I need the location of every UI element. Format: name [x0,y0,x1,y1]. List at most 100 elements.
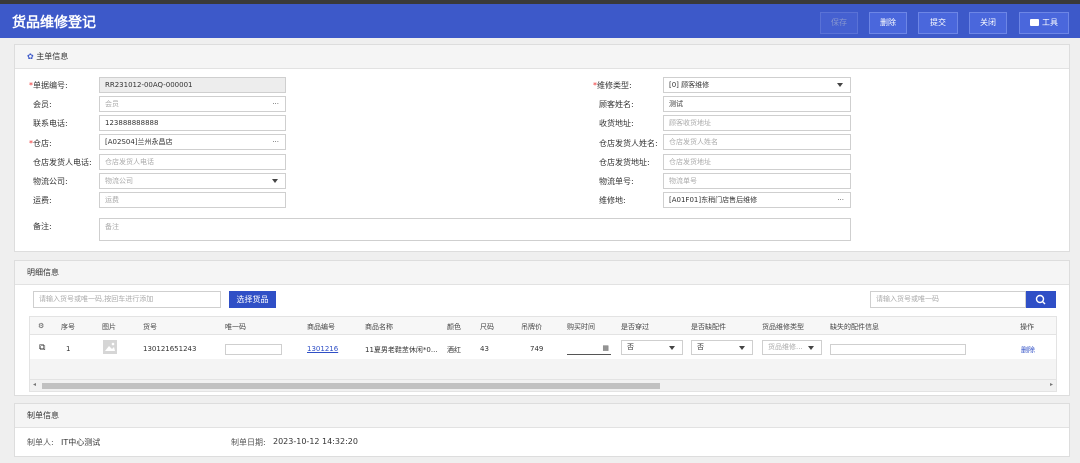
make-info-header: 制单信息 [15,404,1069,428]
wh-address-label: 仓店发货地址: [599,158,650,167]
col-color: 颜色 [447,323,461,331]
gear-icon: ✿ [27,52,34,61]
more-icon[interactable]: ··· [272,135,279,149]
customer-name-label: 顾客姓名: [599,100,634,109]
col-seq: 序号 [61,323,75,331]
remark-field[interactable]: 备注 [99,218,851,241]
wh-sender-label: 仓店发货人姓名: [599,139,658,148]
chevron-down-icon [739,346,745,350]
row-delete-link[interactable]: 删除 [1021,345,1035,355]
col-sku: 货号 [143,323,157,331]
maker-value: IT中心测试 [61,438,101,447]
wh-sender-field[interactable]: 仓店发货人姓名 [663,134,851,150]
cell-missing-select[interactable]: 否 [691,340,753,355]
make-info-card: 制单信息 制单人: IT中心测试 制单日期: 2023-10-12 14:32:… [14,403,1070,457]
detail-header: 明细信息 [15,261,1069,285]
cell-code-link[interactable]: 1301216 [307,345,338,353]
address-field[interactable]: 顾客收货地址 [663,115,851,131]
delete-button[interactable]: 删除 [869,12,907,34]
page-title: 货品维修登记 [12,15,96,31]
freight-field[interactable]: 运费 [99,192,286,208]
col-size: 尺码 [480,323,494,331]
date-label: 制单日期: [231,438,266,447]
logistics-label: 物流公司: [33,177,68,186]
col-action: 操作 [1020,323,1034,331]
main-info-card: ✿ 主单信息 *单据编号: RR231012-00AQ-000001 会员: 会… [14,44,1070,252]
copy-icon[interactable]: ⧉ [39,343,45,353]
cell-name: 11夏男老鞋苤休闲*0... [365,346,438,354]
phone-label: 联系电话: [33,119,68,128]
wh-phone-label: 仓店发货人电话: [33,158,92,167]
search-button[interactable] [1026,291,1056,308]
page-header: 货品维修登记 保存 删除 提交 关闭 工具 [0,4,1080,38]
scroll-left-icon[interactable]: ◂ [33,381,36,388]
main-info-title: 主单信息 [36,52,69,61]
warehouse-field[interactable]: [A02S04]兰州永昌店 ··· [99,134,286,150]
cell-worn-select[interactable]: 否 [621,340,683,355]
settings-gear-icon[interactable]: ⚙ [38,322,44,330]
save-button[interactable]: 保存 [820,12,858,34]
cell-seq: 1 [66,345,71,353]
scroll-right-icon[interactable]: ▸ [1050,381,1053,388]
chevron-down-icon [272,179,278,183]
col-name: 商品名称 [365,323,393,331]
briefcase-icon [1030,19,1039,26]
cell-sku: 130121651243 [143,345,197,353]
col-missing-info: 缺失的配件信息 [830,323,879,331]
more-icon[interactable]: ··· [272,97,279,111]
doc-no-field: RR231012-00AQ-000001 [99,77,286,93]
customer-name-field[interactable]: 测试 [663,96,851,112]
cell-price: 749 [530,345,544,353]
cell-repair-type-select[interactable]: 货品维修... [762,340,822,355]
col-unique: 唯一码 [225,323,246,331]
chevron-down-icon [837,83,843,87]
wh-address-field[interactable]: 仓店发货地址 [663,154,851,170]
search-icon [1035,294,1046,305]
col-image: 图片 [102,323,116,331]
main-info-header: ✿ 主单信息 [15,45,1069,69]
tracking-label: 物流单号: [599,177,634,186]
submit-button[interactable]: 提交 [918,12,958,34]
image-placeholder-icon [103,340,117,354]
repair-type-select[interactable]: [0] 顾客维修 [663,77,851,93]
close-button[interactable]: 关闭 [969,12,1007,34]
col-code: 商品编号 [307,323,335,331]
tracking-field[interactable]: 物流单号 [663,173,851,189]
wh-phone-field[interactable]: 仓店发货人电话 [99,154,286,170]
member-field[interactable]: 会员 ··· [99,96,286,112]
col-repair-type: 货品维修类型 [762,323,804,331]
chevron-down-icon [808,346,814,350]
cell-purchase-date[interactable]: ▦ [567,343,611,355]
date-value: 2023-10-12 14:32:20 [273,437,358,446]
phone-field[interactable]: 123888888888 [99,115,286,131]
detail-table: ⚙ 序号 图片 货号 唯一码 商品编号 商品名称 颜色 尺码 吊牌价 购买时间 … [29,316,1057,392]
freight-label: 运费: [33,196,52,205]
search-input[interactable]: 请输入货号或唯一码 [870,291,1026,308]
col-purchase: 购买时间 [567,323,595,331]
doc-no-label: *单据编号: [29,81,68,90]
cell-missing-info-input[interactable] [830,344,966,355]
scan-input[interactable]: 请输入货号或唯一码,按回车进行添加 [33,291,221,308]
cell-color: 酒红 [447,346,461,354]
logistics-select[interactable]: 物流公司 [99,173,286,189]
col-price: 吊牌价 [521,323,542,331]
tools-button[interactable]: 工具 [1019,12,1069,34]
more-icon[interactable]: ··· [837,193,844,207]
table-empty-area [30,359,1056,379]
cell-unique-input[interactable] [225,344,282,355]
col-worn: 是否穿过 [621,323,649,331]
repair-site-label: 维修地: [599,196,626,205]
remark-label: 备注: [33,222,52,231]
maker-label: 制单人: [27,438,54,447]
address-label: 收货地址: [599,119,634,128]
chevron-down-icon [669,346,675,350]
repair-site-field[interactable]: [A01F01]东稍门店售后维修 ··· [663,192,851,208]
scrollbar-thumb[interactable] [42,383,660,389]
calendar-icon[interactable]: ▦ [602,344,609,352]
tools-button-label: 工具 [1042,18,1058,27]
detail-card: 明细信息 请输入货号或唯一码,按回车进行添加 选择货品 请输入货号或唯一码 ⚙ … [14,260,1070,396]
horizontal-scrollbar[interactable]: ◂ ▸ [30,379,1056,391]
col-missing: 是否缺配件 [691,323,726,331]
select-goods-button[interactable]: 选择货品 [229,291,276,308]
repair-type-label: *维修类型: [593,81,632,90]
